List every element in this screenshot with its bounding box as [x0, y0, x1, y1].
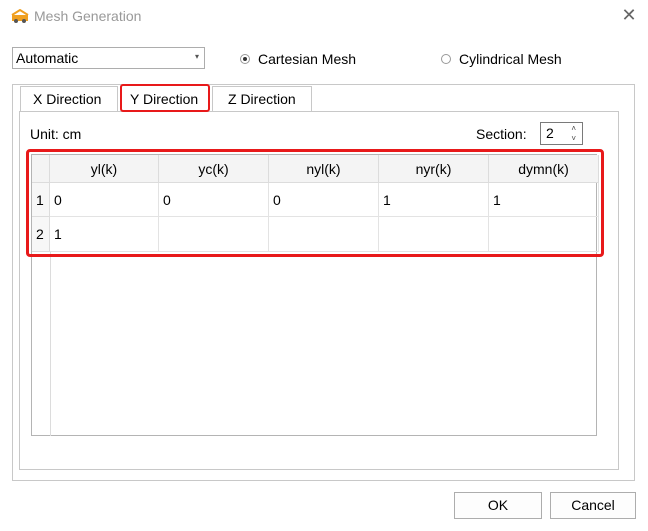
tab-y-direction[interactable]: Y Direction [120, 84, 210, 112]
grid-cell[interactable] [489, 217, 599, 252]
column-header[interactable]: yl(k) [50, 155, 159, 183]
grid-cell[interactable]: 0 [159, 183, 269, 217]
dropdown-arrow-icon: ▾ [194, 52, 199, 61]
grid-cell[interactable] [269, 217, 379, 252]
grid-cell[interactable]: 1 [50, 217, 159, 252]
column-header[interactable]: yc(k) [159, 155, 269, 183]
grid-divider [50, 252, 51, 436]
column-header[interactable]: dymn(k) [489, 155, 599, 183]
grid-cell[interactable] [159, 217, 269, 252]
column-header[interactable]: nyr(k) [379, 155, 489, 183]
grid-cell[interactable]: 0 [50, 183, 159, 217]
unit-label: Unit: cm [30, 126, 82, 142]
cylindrical-mesh-label: Cylindrical Mesh [459, 51, 562, 67]
grid-cell[interactable]: 0 [269, 183, 379, 217]
grid-cell[interactable] [379, 217, 489, 252]
title-bar: Mesh Generation ✕ [0, 0, 648, 34]
cartesian-mesh-label: Cartesian Mesh [258, 51, 357, 67]
mesh-app-icon [11, 9, 29, 23]
row-header[interactable]: 2 [32, 217, 50, 252]
mesh-mode-dropdown[interactable]: Automatic ▾ [12, 47, 205, 69]
section-stepper[interactable]: 2 ˄ ˅ [540, 122, 583, 145]
row-header[interactable]: 1 [32, 183, 50, 217]
tab-label: Y Direction [130, 91, 199, 107]
tab-x-direction[interactable]: X Direction [20, 86, 118, 111]
tab-label: X Direction [33, 91, 102, 107]
tab-label: Z Direction [228, 91, 296, 107]
section-label: Section: [476, 126, 527, 142]
close-icon[interactable]: ✕ [620, 6, 638, 24]
grid-cell[interactable]: 1 [379, 183, 489, 217]
radio-checked-icon [240, 54, 250, 64]
cancel-button[interactable]: Cancel [550, 492, 636, 519]
spin-up-icon[interactable]: ˄ [571, 124, 576, 133]
mesh-mode-value: Automatic [16, 50, 79, 66]
grid-cell[interactable]: 1 [489, 183, 599, 217]
spin-down-icon[interactable]: ˅ [571, 134, 576, 143]
radio-unchecked-icon [441, 54, 451, 64]
tab-z-direction[interactable]: Z Direction [212, 86, 312, 111]
y-direction-grid[interactable]: yl(k) yc(k) nyl(k) nyr(k) dymn(k) 1 0 0 … [31, 154, 599, 436]
column-header[interactable]: nyl(k) [269, 155, 379, 183]
ok-button[interactable]: OK [454, 492, 542, 519]
section-value: 2 [546, 125, 554, 141]
grid-corner [32, 155, 50, 183]
window-title: Mesh Generation [34, 8, 142, 24]
